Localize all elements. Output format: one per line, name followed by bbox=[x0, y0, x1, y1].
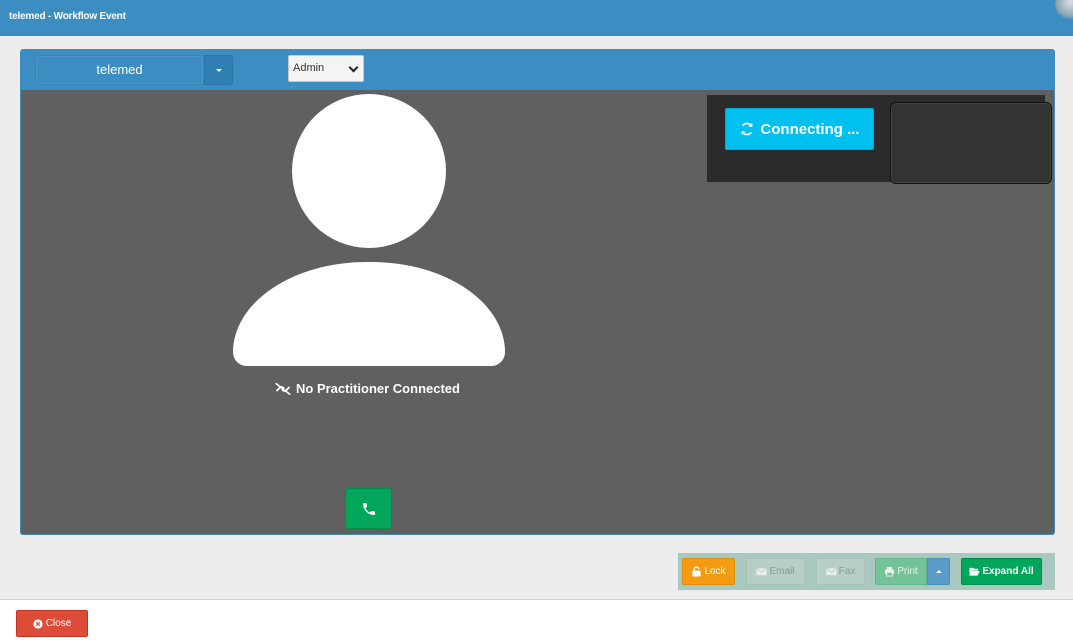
connecting-button[interactable]: Connecting ... bbox=[725, 108, 874, 150]
video-stage: No Practitioner Connected Connecting ... bbox=[21, 90, 1054, 534]
avatar-body bbox=[233, 262, 505, 366]
window-corner-decoration bbox=[1055, 0, 1073, 20]
role-select[interactable]: Admin bbox=[288, 55, 364, 82]
close-label: Close bbox=[45, 618, 72, 629]
print-button[interactable]: Print bbox=[875, 558, 927, 585]
expand-all-button[interactable]: Expand All bbox=[961, 558, 1042, 585]
unlink-icon bbox=[275, 382, 291, 395]
lock-button[interactable]: Lock bbox=[682, 558, 735, 585]
telemed-group-dropdown[interactable]: telemed bbox=[35, 55, 233, 85]
sync-icon bbox=[741, 122, 753, 136]
no-practitioner-status: No Practitioner Connected bbox=[274, 381, 460, 396]
caret-down-icon[interactable] bbox=[204, 55, 233, 85]
unlock-icon bbox=[692, 566, 702, 577]
window-titlebar: telemed - Workflow Event bbox=[0, 0, 1073, 36]
no-practitioner-text: No Practitioner Connected bbox=[296, 381, 460, 396]
times-circle-icon bbox=[33, 618, 43, 629]
role-select-value: Admin bbox=[293, 62, 325, 74]
fax-label: Fax bbox=[838, 566, 856, 577]
local-video-preview bbox=[890, 102, 1052, 184]
envelope-icon bbox=[756, 567, 768, 576]
call-button[interactable] bbox=[345, 488, 392, 529]
connecting-label: Connecting ... bbox=[760, 120, 860, 138]
folder-open-icon bbox=[969, 567, 980, 576]
telemed-panel: telemed Admin No Practitioner Connected bbox=[20, 49, 1055, 535]
print-label: Print bbox=[897, 566, 918, 577]
telemed-group-label[interactable]: telemed bbox=[35, 55, 204, 85]
print-options-caret-icon[interactable] bbox=[927, 558, 950, 585]
fax-button[interactable]: Fax bbox=[816, 558, 865, 585]
envelope-icon bbox=[825, 567, 837, 576]
phone-icon bbox=[362, 502, 375, 515]
expand-all-label: Expand All bbox=[982, 566, 1034, 577]
self-view-panel: Connecting ... bbox=[707, 95, 1052, 184]
window-title: telemed - Workflow Event bbox=[9, 11, 126, 22]
print-icon bbox=[885, 566, 895, 577]
lock-label: Lock bbox=[704, 566, 726, 577]
close-button[interactable]: Close bbox=[16, 610, 88, 637]
chevron-down-icon bbox=[348, 62, 359, 73]
action-bar: Lock Email Fax Print Expand All bbox=[678, 553, 1055, 590]
email-button[interactable]: Email bbox=[746, 558, 805, 585]
footer-bar: Close bbox=[0, 599, 1073, 642]
avatar-head bbox=[292, 94, 446, 248]
email-label: Email bbox=[769, 566, 795, 577]
